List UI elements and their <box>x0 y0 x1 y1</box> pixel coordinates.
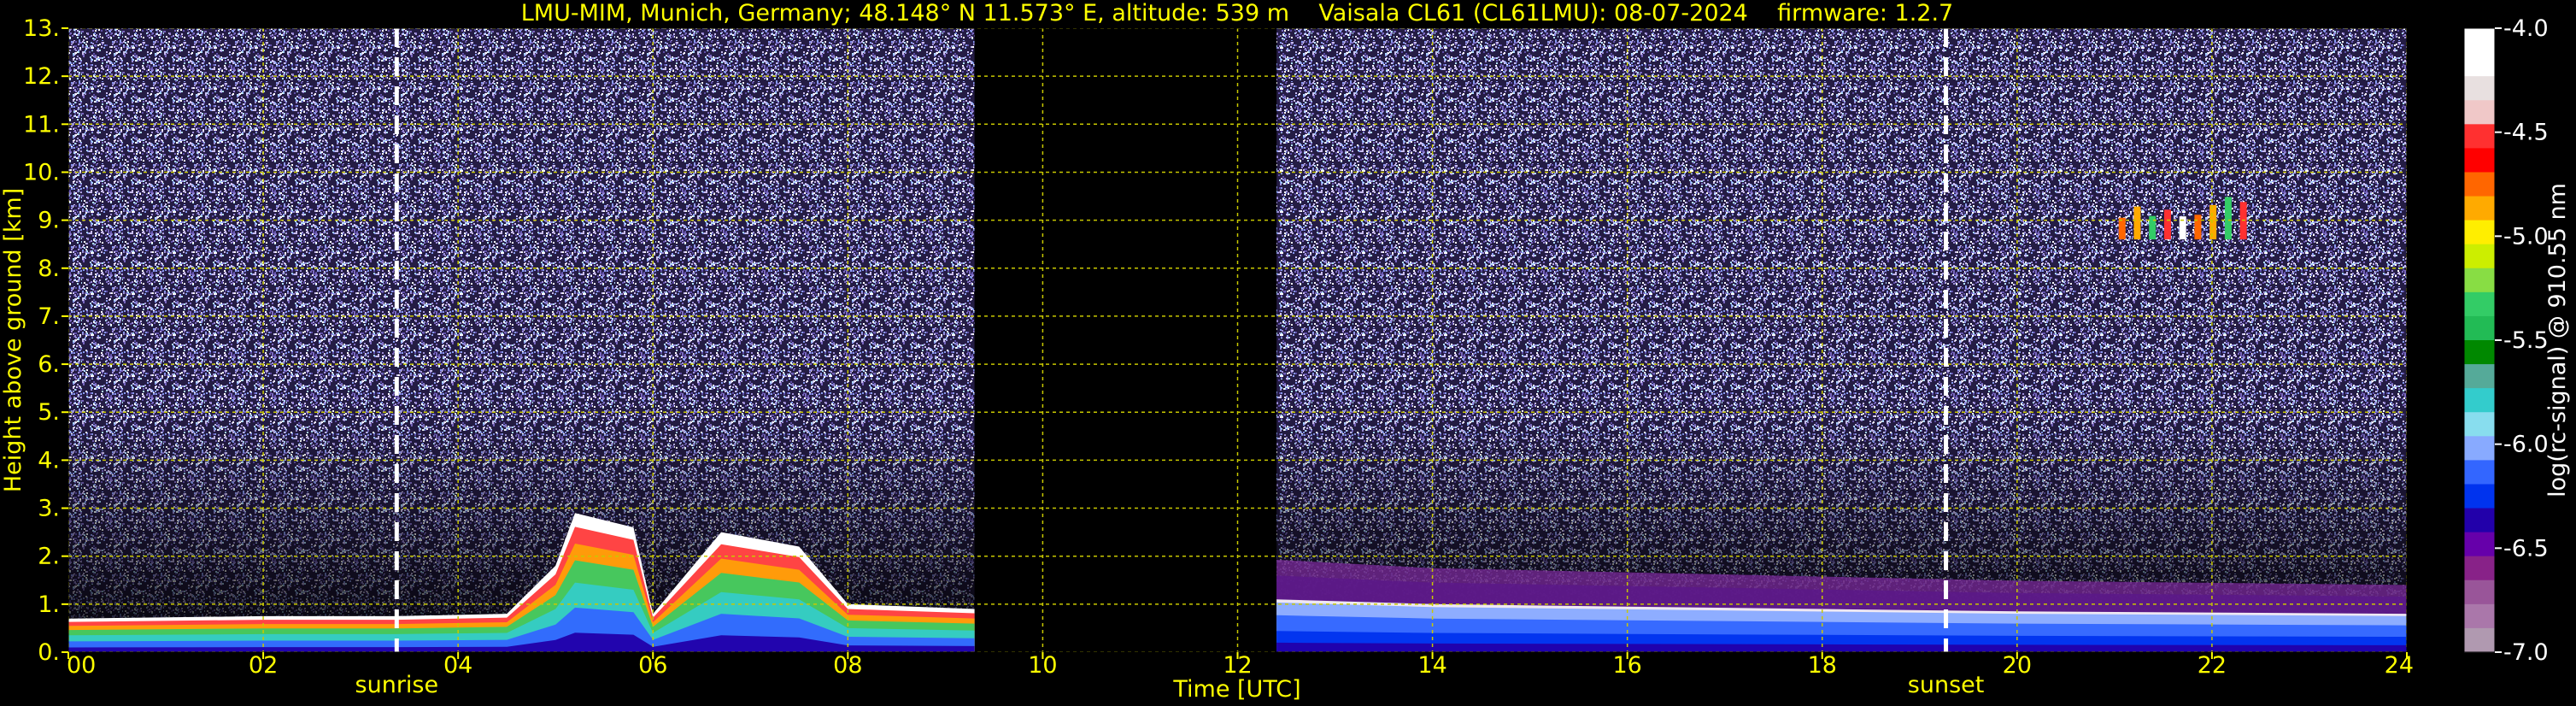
y-tick-label: 10. <box>23 159 60 185</box>
x-axis-label: Time [UTC] <box>1172 676 1300 703</box>
annotation-label-sunrise: sunrise <box>355 672 439 698</box>
y-tick-label: 13. <box>23 15 60 42</box>
x-tick-label: 04 <box>443 652 472 679</box>
cloud-streak <box>2133 206 2141 240</box>
y-tick-label: 9. <box>38 208 60 234</box>
data-gap <box>974 28 1277 652</box>
cloud-streak <box>2209 204 2217 240</box>
colorbar-tick-label: -5.0 <box>2503 223 2549 250</box>
colorbar-label: log(rc-signal) @ 910.55 nm <box>2544 183 2571 497</box>
colorbar-segment <box>2464 100 2495 125</box>
colorbar-segment <box>2464 340 2495 365</box>
colorbar-segment <box>2464 556 2495 581</box>
colorbar-segment <box>2464 364 2495 389</box>
colorbar-segment <box>2464 508 2495 533</box>
cloud-streak <box>2118 217 2126 240</box>
x-tick-label: 16 <box>1612 652 1641 679</box>
x-tick-label: 12 <box>1223 652 1252 679</box>
y-tick-label: 4. <box>38 447 60 474</box>
colorbar-segment <box>2464 268 2495 293</box>
x-tick-label: 00 <box>67 652 96 679</box>
colorbar-segment <box>2464 603 2495 629</box>
colorbar-tick-label: -4.0 <box>2503 15 2549 42</box>
colorbar-segment <box>2464 436 2495 461</box>
annotation-labels: sunrise sunset <box>355 672 1985 698</box>
y-tick-label: 0. <box>38 639 60 666</box>
x-tick-label: 14 <box>1417 652 1446 679</box>
plot-area <box>68 28 2407 652</box>
colorbar-segment <box>2464 315 2495 341</box>
colorbar-segment <box>2464 460 2495 485</box>
noise-layers <box>68 28 2407 652</box>
colorbar-segment <box>2464 291 2495 317</box>
colorbar: -4.0 -4.5 -5.0 -5.5 -6.0 -6.5 -7.0 <box>2463 15 2549 666</box>
y-tick-label: 2. <box>38 544 60 570</box>
colorbar-tick-label: -4.5 <box>2503 120 2549 146</box>
chart-title: LMU-MIM, Munich, Germany; 48.148° N 11.5… <box>521 0 1954 26</box>
x-tick-label: 24 <box>2385 652 2414 679</box>
colorbar-segment <box>2464 220 2495 245</box>
y-tick-label: 6. <box>38 351 60 378</box>
y-tick-label: 8. <box>38 256 60 282</box>
colorbar-segment <box>2464 28 2495 53</box>
colorbar-segment <box>2464 244 2495 269</box>
colorbar-segment <box>2464 196 2495 221</box>
cloud-streak <box>2194 215 2202 240</box>
x-tick-label: 18 <box>1808 652 1837 679</box>
annotation-label-sunset: sunset <box>1908 672 1985 698</box>
colorbar-segment <box>2464 412 2495 437</box>
colorbar-segment <box>2464 52 2495 77</box>
colorbar-segment <box>2464 76 2495 101</box>
x-tick-label: 08 <box>833 652 862 679</box>
x-tick-label: 02 <box>249 652 278 679</box>
colorbar-tick-label: -5.5 <box>2503 327 2549 354</box>
x-tick-label: 22 <box>2198 652 2227 679</box>
cloud-streak <box>2224 197 2232 240</box>
colorbar-segment <box>2464 532 2495 557</box>
x-tick-label: 20 <box>2003 652 2032 679</box>
cloud-streak <box>2163 209 2171 240</box>
y-tick-label: 12. <box>23 63 60 90</box>
colorbar-segment <box>2464 124 2495 149</box>
y-axis-label: Height above ground [km] <box>0 188 26 492</box>
colorbar-tick-label: -7.0 <box>2503 639 2549 666</box>
colorbar-segment <box>2464 580 2495 605</box>
colorbar-segment <box>2464 148 2495 174</box>
y-tick-label: 1. <box>38 591 60 618</box>
colorbar-segment <box>2464 388 2495 413</box>
y-tick-label: 3. <box>38 496 60 522</box>
colorbar-tick-label: -6.5 <box>2503 535 2549 562</box>
y-axis: 0. 1. 2. 3. 4. 5. 6. 7. 8. 9. 10. 11. 12. 13. <box>23 15 68 666</box>
colorbar-segment <box>2464 484 2495 509</box>
ceilometer-chart: LMU-MIM, Munich, Germany; 48.148° N 11.5… <box>0 0 2571 703</box>
colorbar-segment <box>2464 627 2495 653</box>
y-tick-label: 7. <box>38 303 60 330</box>
colorbar-segment <box>2464 172 2495 197</box>
y-tick-label: 5. <box>38 399 60 426</box>
y-tick-label: 11. <box>23 111 60 138</box>
x-tick-label: 06 <box>638 652 667 679</box>
colorbar-tick-label: -6.0 <box>2503 432 2549 458</box>
x-tick-label: 10 <box>1028 652 1057 679</box>
cloud-streak <box>2149 215 2156 240</box>
